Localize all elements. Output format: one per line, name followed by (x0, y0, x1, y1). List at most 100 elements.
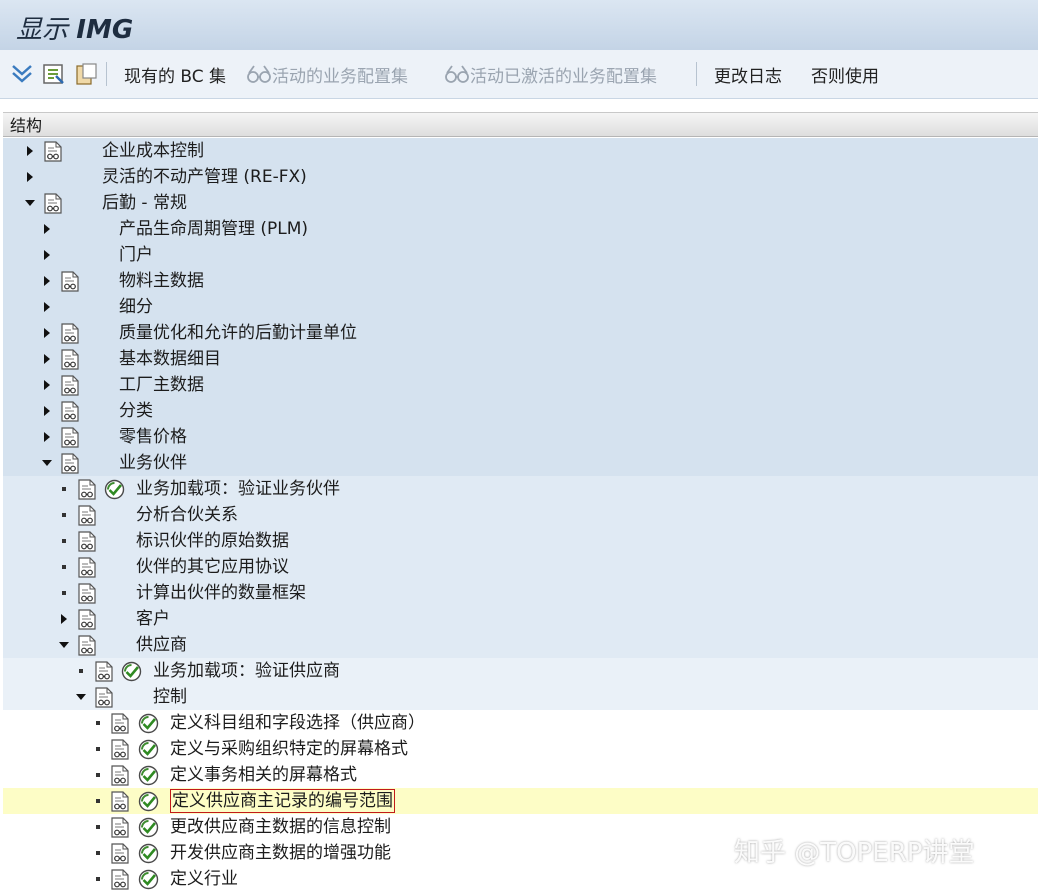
tree-node-label[interactable]: 灵活的不动产管理 (RE-FX) (102, 166, 307, 188)
execute-activity-icon[interactable] (121, 661, 142, 682)
clipboard-icon[interactable] (74, 62, 98, 86)
documentation-icon[interactable] (77, 505, 97, 526)
execute-activity-icon[interactable] (104, 479, 125, 500)
tree-node-label[interactable]: 质量优化和允许的后勤计量单位 (119, 322, 357, 344)
tree-node-label[interactable]: 计算出伙伴的数量框架 (136, 582, 306, 604)
documentation-icon[interactable] (77, 635, 97, 656)
collapse-arrow-icon[interactable] (59, 642, 69, 648)
documentation-icon[interactable] (110, 869, 130, 890)
collapse-arrow-icon[interactable] (76, 694, 86, 700)
execute-activity-icon[interactable] (138, 739, 159, 760)
where-used-button[interactable]: 否则使用 (811, 50, 879, 98)
tree-node-label[interactable]: 物料主数据 (119, 270, 204, 292)
tree-node[interactable]: 控制 (3, 684, 1038, 710)
tree-node[interactable]: 工厂主数据 (3, 372, 1038, 398)
documentation-icon[interactable] (110, 817, 130, 838)
tree-node-label[interactable]: 开发供应商主数据的增强功能 (170, 842, 391, 864)
tree-node-label[interactable]: 定义行业 (170, 868, 238, 890)
tree-node[interactable]: 标识伙伴的原始数据 (3, 528, 1038, 554)
documentation-icon[interactable] (77, 479, 97, 500)
tree-node[interactable]: 业务加载项：验证业务伙伴 (3, 476, 1038, 502)
expand-all-icon[interactable] (10, 62, 34, 86)
tree-node-label[interactable]: 产品生命周期管理 (PLM) (119, 218, 308, 240)
tree-node[interactable]: 质量优化和允许的后勤计量单位 (3, 320, 1038, 346)
tree-node-label[interactable]: 分类 (119, 400, 153, 422)
tree-node-label[interactable]: 客户 (136, 608, 170, 630)
execute-activity-icon[interactable] (138, 869, 159, 890)
tree-node[interactable]: 定义事务相关的屏幕格式 (3, 762, 1038, 788)
tree-node-label[interactable]: 门户 (119, 244, 153, 266)
tree-node-label[interactable]: 业务加载项：验证供应商 (153, 660, 340, 682)
tree-node[interactable]: 产品生命周期管理 (PLM) (3, 216, 1038, 242)
documentation-icon[interactable] (77, 557, 97, 578)
expand-arrow-icon[interactable] (44, 328, 50, 338)
documentation-icon[interactable] (110, 713, 130, 734)
documentation-icon[interactable] (94, 661, 114, 682)
documentation-icon[interactable] (94, 687, 114, 708)
documentation-icon[interactable] (77, 583, 97, 604)
expand-arrow-icon[interactable] (44, 380, 50, 390)
tree-node[interactable]: 定义科目组和字段选择（供应商） (3, 710, 1038, 736)
collapse-arrow-icon[interactable] (42, 460, 52, 466)
tree-node-label[interactable]: 伙伴的其它应用协议 (136, 556, 289, 578)
documentation-icon[interactable] (60, 375, 80, 396)
documentation-icon[interactable] (43, 141, 63, 162)
tree-node[interactable]: 灵活的不动产管理 (RE-FX) (3, 164, 1038, 190)
expand-arrow-icon[interactable] (27, 172, 33, 182)
tree-node-label[interactable]: 后勤 - 常规 (102, 192, 187, 214)
expand-arrow-icon[interactable] (44, 302, 50, 312)
expand-arrow-icon[interactable] (27, 146, 33, 156)
tree-node-label[interactable]: 标识伙伴的原始数据 (136, 530, 289, 552)
documentation-icon[interactable] (77, 609, 97, 630)
active-config-sets-button[interactable]: 活动的业务配置集 (272, 50, 408, 98)
expand-arrow-icon[interactable] (61, 614, 67, 624)
documentation-icon[interactable] (110, 843, 130, 864)
change-log-button[interactable]: 更改日志 (714, 50, 782, 98)
tree-node-label[interactable]: 控制 (153, 686, 187, 708)
documentation-icon[interactable] (60, 401, 80, 422)
execute-activity-icon[interactable] (138, 817, 159, 838)
tree-node[interactable]: 业务伙伴 (3, 450, 1038, 476)
documentation-icon[interactable] (77, 531, 97, 552)
tree-node-label[interactable]: 供应商 (136, 634, 187, 656)
tree-node[interactable]: 后勤 - 常规 (3, 190, 1038, 216)
documentation-icon[interactable] (43, 193, 63, 214)
execute-activity-icon[interactable] (138, 765, 159, 786)
tree-node-label[interactable]: 业务加载项：验证业务伙伴 (136, 478, 340, 500)
tree-node-label[interactable]: 定义事务相关的屏幕格式 (170, 764, 357, 786)
expand-arrow-icon[interactable] (44, 406, 50, 416)
tree-node[interactable]: 定义与采购组织特定的屏幕格式 (3, 736, 1038, 762)
tree-node[interactable]: 定义供应商主记录的编号范围 (3, 788, 1038, 814)
expand-arrow-icon[interactable] (44, 432, 50, 442)
tree-node-label[interactable]: 企业成本控制 (102, 140, 204, 162)
expand-arrow-icon[interactable] (44, 276, 50, 286)
documentation-icon[interactable] (110, 765, 130, 786)
tree-node[interactable]: 基本数据细目 (3, 346, 1038, 372)
tree-node[interactable]: 物料主数据 (3, 268, 1038, 294)
tree-node-label[interactable]: 定义科目组和字段选择（供应商） (170, 712, 425, 734)
tree-node[interactable]: 企业成本控制 (3, 138, 1038, 164)
documentation-icon[interactable] (110, 791, 130, 812)
tree-node[interactable]: 计算出伙伴的数量框架 (3, 580, 1038, 606)
documentation-icon[interactable] (110, 739, 130, 760)
activated-config-sets-button[interactable]: 活动已激活的业务配置集 (470, 50, 657, 98)
find-icon[interactable] (42, 62, 66, 86)
tree-node[interactable]: 伙伴的其它应用协议 (3, 554, 1038, 580)
documentation-icon[interactable] (60, 271, 80, 292)
tree-node-label[interactable]: 业务伙伴 (119, 452, 187, 474)
tree-node-label[interactable]: 更改供应商主数据的信息控制 (170, 816, 391, 838)
documentation-icon[interactable] (60, 323, 80, 344)
execute-activity-icon[interactable] (138, 713, 159, 734)
tree-node-label[interactable]: 工厂主数据 (119, 374, 204, 396)
tree-node-label[interactable]: 细分 (119, 296, 153, 318)
documentation-icon[interactable] (60, 349, 80, 370)
expand-arrow-icon[interactable] (44, 250, 50, 260)
expand-arrow-icon[interactable] (44, 354, 50, 364)
collapse-arrow-icon[interactable] (25, 200, 35, 206)
tree-node-label[interactable]: 零售价格 (119, 426, 187, 448)
documentation-icon[interactable] (60, 427, 80, 448)
tree-node[interactable]: 门户 (3, 242, 1038, 268)
documentation-icon[interactable] (60, 453, 80, 474)
tree-node-label[interactable]: 基本数据细目 (119, 348, 221, 370)
tree-node-label[interactable]: 定义供应商主记录的编号范围 (170, 789, 395, 813)
